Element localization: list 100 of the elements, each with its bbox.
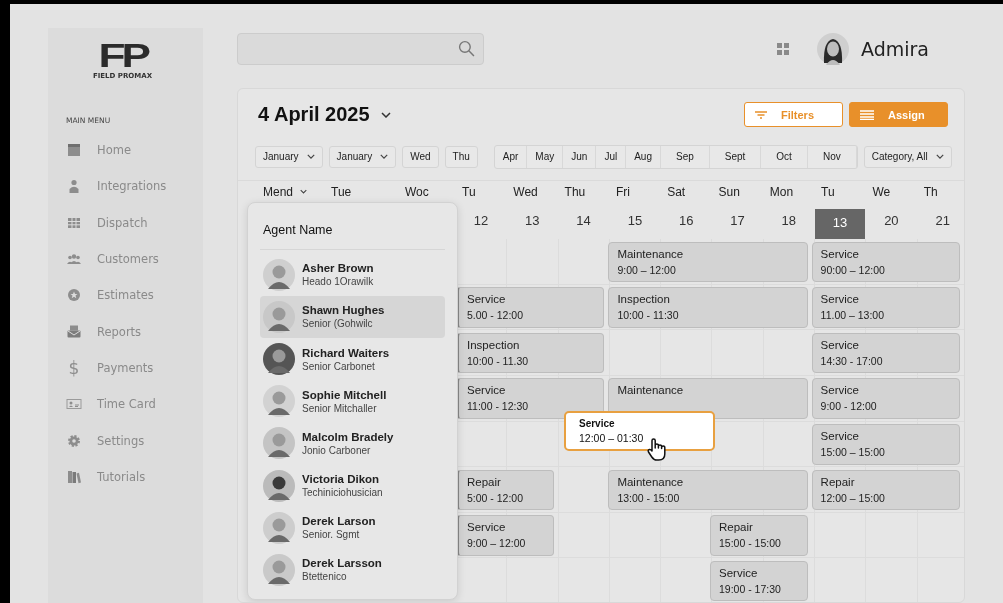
day-number[interactable]: 12 (456, 208, 506, 239)
event-time: 9:00 – 12:00 (467, 537, 527, 550)
month-option[interactable]: Nov (807, 145, 857, 168)
event-block[interactable]: Repair 12:00 – 15:00 (811, 469, 960, 511)
event-block[interactable]: Inspection 10:00 - 11:30 (608, 287, 808, 328)
event-block[interactable]: Service 14:30 - 17:00 (811, 332, 960, 374)
event-block[interactable]: Maintenance 13:00 - 15:00 (608, 469, 808, 511)
caret-icon (380, 154, 389, 160)
day-name: Fri (615, 184, 630, 199)
day-number[interactable]: 13 (507, 208, 558, 239)
event-block[interactable]: Maintenance 9:00 – 12:00 (608, 241, 808, 283)
popup-title: Agent Name (260, 202, 445, 250)
event-time: 13:00 - 15:00 (617, 491, 681, 504)
agent-role: Senior Carbonet (302, 360, 376, 372)
day-name: We (872, 184, 891, 199)
day-number[interactable]: 20 (866, 208, 917, 239)
event-time: 11:00 - 12:30 (467, 400, 530, 413)
day-number[interactable]: 17 (712, 208, 763, 239)
caret-icon (306, 154, 315, 160)
event-time: 9:00 – 12:00 (617, 263, 677, 276)
month-option[interactable]: Jul (596, 145, 627, 168)
printer-icon (66, 323, 82, 340)
event-title: Service (467, 293, 507, 306)
day-name: Tu (821, 184, 835, 199)
event-title: Service (719, 566, 759, 579)
event-block[interactable]: Service 11.00 – 13:00 (811, 287, 960, 328)
event-block[interactable]: Service 9:00 - 12:00 (811, 378, 960, 419)
agent-row[interactable]: Sophie Mitchell Senior Mitchaller (260, 380, 445, 423)
event-time: 5:00 - 12:00 (467, 491, 525, 504)
month-option[interactable]: Sept (709, 145, 762, 168)
event-block[interactable]: Service 11:00 - 12:30 (456, 378, 605, 419)
event-title: Inspection (617, 293, 671, 306)
avatar (263, 300, 295, 333)
day-number[interactable]: 13 (815, 208, 866, 239)
month-option[interactable]: May (527, 145, 564, 168)
weekday-chip[interactable]: Thu (444, 145, 478, 168)
books-icon (66, 468, 82, 485)
event-title: Repair (719, 521, 754, 534)
event-title: Service (820, 384, 860, 397)
agent-row[interactable]: Victoria Dikon Techiniciohusician (260, 464, 445, 507)
month-option[interactable]: Jun (563, 145, 597, 168)
agent-role: Btettenico (302, 571, 348, 583)
day-name: Tu (462, 184, 476, 199)
settings-icon (66, 432, 82, 449)
agent-name: Derek Larson (302, 515, 376, 528)
logo-mark: FP (98, 40, 147, 70)
avatar (263, 385, 295, 418)
day-name: Sun (718, 184, 740, 199)
agent-row[interactable]: Derek Larson Senior. Sgmt (260, 506, 445, 549)
agent-name: Shawn Hughes (302, 304, 385, 317)
day-name: Wed (513, 184, 538, 199)
apps-grid-icon[interactable] (777, 42, 790, 55)
event-block[interactable]: Repair 15:00 - 15:00 (710, 515, 808, 556)
month-option[interactable]: Sep (660, 145, 710, 168)
month-option[interactable]: Oct (761, 145, 808, 168)
agent-role: Senior. Sgmt (302, 529, 361, 541)
agent-name: Derek Larsson (302, 557, 382, 570)
month-dropdown[interactable]: Category, All (863, 145, 952, 168)
day-number[interactable]: 21 (917, 208, 964, 239)
day-number[interactable]: 18 (763, 208, 814, 239)
dollar-icon: $ (66, 357, 82, 378)
event-time: 10:00 - 11.30 (467, 354, 530, 367)
agent-row[interactable]: Malcolm Bradely Jonio Carboner (260, 422, 445, 465)
caret-icon[interactable] (300, 189, 308, 195)
user-avatar[interactable] (817, 32, 850, 65)
agent-row[interactable]: Asher Brown Heado 1Orawilk (260, 253, 445, 296)
agent-row[interactable]: Richard Waiters Senior Carbonet (260, 337, 445, 381)
caret-icon[interactable] (380, 111, 391, 118)
event-block[interactable]: Service 15:00 – 15:00 (811, 423, 960, 465)
month-option[interactable]: Apr (494, 145, 528, 168)
event-block[interactable]: Service 9:00 – 12:00 (456, 515, 554, 556)
weekday-chip[interactable]: Wed (402, 145, 439, 168)
event-title: Service (467, 521, 507, 534)
day-number[interactable]: 14 (558, 208, 609, 239)
day-number[interactable]: 15 (609, 208, 660, 239)
month-option[interactable]: Aug (626, 145, 661, 168)
event-block[interactable]: Inspection 10:00 - 11.30 (456, 332, 605, 374)
event-block[interactable]: Maintenance (608, 378, 808, 419)
event-time: 15:00 - 15:00 (719, 537, 782, 550)
search-field[interactable] (237, 32, 484, 65)
month-dropdown[interactable]: January (328, 145, 397, 168)
event-block[interactable]: Service 19:00 - 17:30 (710, 560, 808, 602)
agent-role: Jonio Carboner (302, 444, 372, 456)
event-time: 15:00 – 15:00 (820, 445, 886, 458)
search-icon[interactable] (458, 40, 475, 58)
day-number[interactable]: 16 (661, 208, 712, 239)
event-time: 12:00 – 15:00 (820, 491, 886, 504)
event-block[interactable]: Service 90:00 – 12:00 (811, 241, 960, 283)
event-title: Repair (467, 475, 502, 488)
agent-row[interactable]: Shawn Hughes Senior (Gohwilc (260, 295, 445, 338)
agent-name: Richard Waiters (302, 346, 390, 359)
user-name[interactable]: Admira (861, 37, 929, 60)
day-name: Th (923, 184, 938, 199)
agent-name: Sophie Mitchell (302, 388, 387, 401)
month-dropdown[interactable]: January (255, 145, 323, 168)
event-block[interactable]: Repair 5:00 - 12:00 (456, 469, 554, 511)
agent-row[interactable]: Derek Larsson Btettenico (260, 548, 445, 592)
avatar (263, 427, 295, 460)
event-block[interactable]: Service 5.00 - 12:00 (456, 287, 605, 328)
avatar (263, 343, 295, 376)
